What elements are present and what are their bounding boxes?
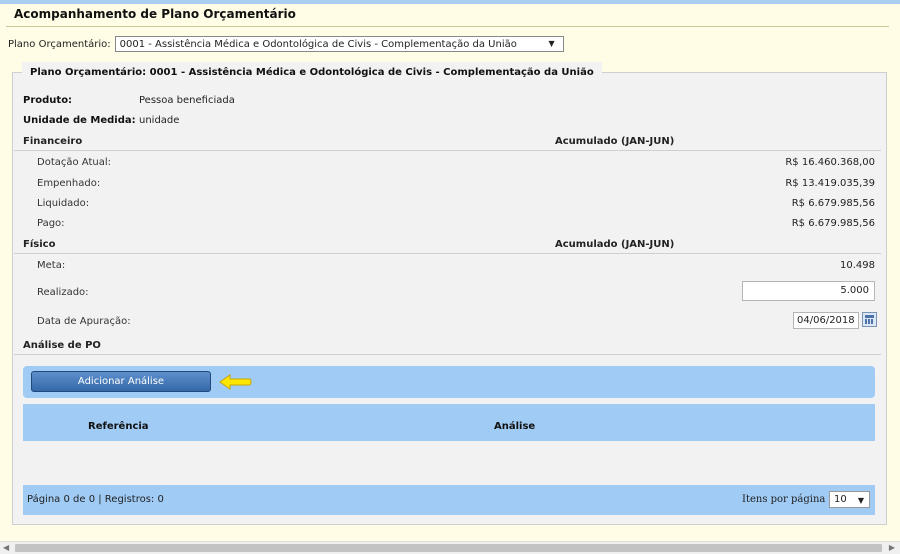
data-apuracao-input[interactable]: 04/06/2018 [793, 312, 859, 329]
plan-select-dropdown[interactable]: 0001 - Assistência Médica e Odontológica… [114, 36, 564, 52]
financeiro-header: Financeiro Acumulado (JAN-JUN) [14, 133, 881, 151]
calendar-icon[interactable] [862, 312, 877, 327]
liquidado-label: Liquidado: [37, 198, 90, 209]
analise-header: Análise de PO [14, 337, 881, 355]
items-per-page-value: 10 [834, 494, 847, 505]
produto-value: Pessoa beneficiada [139, 95, 235, 106]
unidade-value: unidade [139, 115, 180, 126]
data-apuracao-label: Data de Apuração: [37, 316, 131, 327]
pager-info: Página 0 de 0 | Registros: 0 [27, 494, 164, 505]
realizado-label: Realizado: [37, 287, 89, 298]
scroll-right-icon[interactable]: ▶ [889, 543, 895, 552]
column-referencia[interactable]: Referência [88, 421, 149, 432]
financeiro-column: Acumulado (JAN-JUN) [555, 136, 675, 147]
calendar-icon-grid [865, 319, 874, 324]
fieldset-legend: Plano Orçamentário: 0001 - Assistência M… [22, 62, 602, 82]
chevron-down-icon: ▼ [548, 39, 555, 48]
add-analysis-button[interactable]: Adicionar Análise [31, 371, 211, 392]
empenhado-label: Empenhado: [37, 178, 101, 189]
plan-select-row: Plano Orçamentário: 0001 - Assistência M… [8, 35, 564, 53]
analise-action-bar: Adicionar Análise [23, 366, 875, 398]
dotacao-label: Dotação Atual: [37, 157, 111, 168]
header-bar: Acompanhamento de Plano Orçamentário [6, 4, 889, 27]
realizado-input[interactable]: 5.000 [742, 281, 875, 301]
horizontal-scrollbar[interactable]: ◀ ▶ [0, 541, 900, 554]
plan-select-label: Plano Orçamentário: [8, 38, 111, 50]
scrollbar-thumb[interactable] [15, 544, 882, 552]
calendar-icon-header [865, 315, 874, 318]
analysis-table-header: Referência Análise [23, 404, 875, 441]
liquidado-value: R$ 6.679.985,56 [791, 198, 875, 209]
yellow-arrow-left-icon [219, 374, 252, 390]
meta-label: Meta: [37, 260, 66, 271]
pager-bar: Página 0 de 0 | Registros: 0 Itens por p… [23, 485, 875, 515]
plan-select-value: 0001 - Assistência Médica e Odontológica… [119, 38, 517, 50]
pago-value: R$ 6.679.985,56 [791, 218, 875, 229]
pago-label: Pago: [37, 218, 65, 229]
scroll-left-icon[interactable]: ◀ [3, 543, 9, 552]
items-per-page-label: Itens por página [742, 494, 826, 505]
produto-label: Produto: [23, 95, 73, 106]
meta-value: 10.498 [840, 260, 875, 271]
page-title: Acompanhamento de Plano Orçamentário [14, 7, 296, 21]
empenhado-value: R$ 13.419.035,39 [785, 178, 875, 189]
fisico-header: Físico Acumulado (JAN-JUN) [14, 236, 881, 254]
dotacao-value: R$ 16.460.368,00 [785, 157, 875, 168]
analise-title: Análise de PO [23, 340, 101, 351]
fisico-title: Físico [23, 239, 56, 250]
fisico-column: Acumulado (JAN-JUN) [555, 239, 675, 250]
unidade-label: Unidade de Medida: [23, 115, 136, 126]
chevron-down-icon: ▼ [857, 496, 864, 505]
financeiro-title: Financeiro [23, 136, 83, 147]
column-analise[interactable]: Análise [494, 421, 535, 432]
items-per-page-select[interactable]: 10 ▼ [829, 491, 870, 508]
